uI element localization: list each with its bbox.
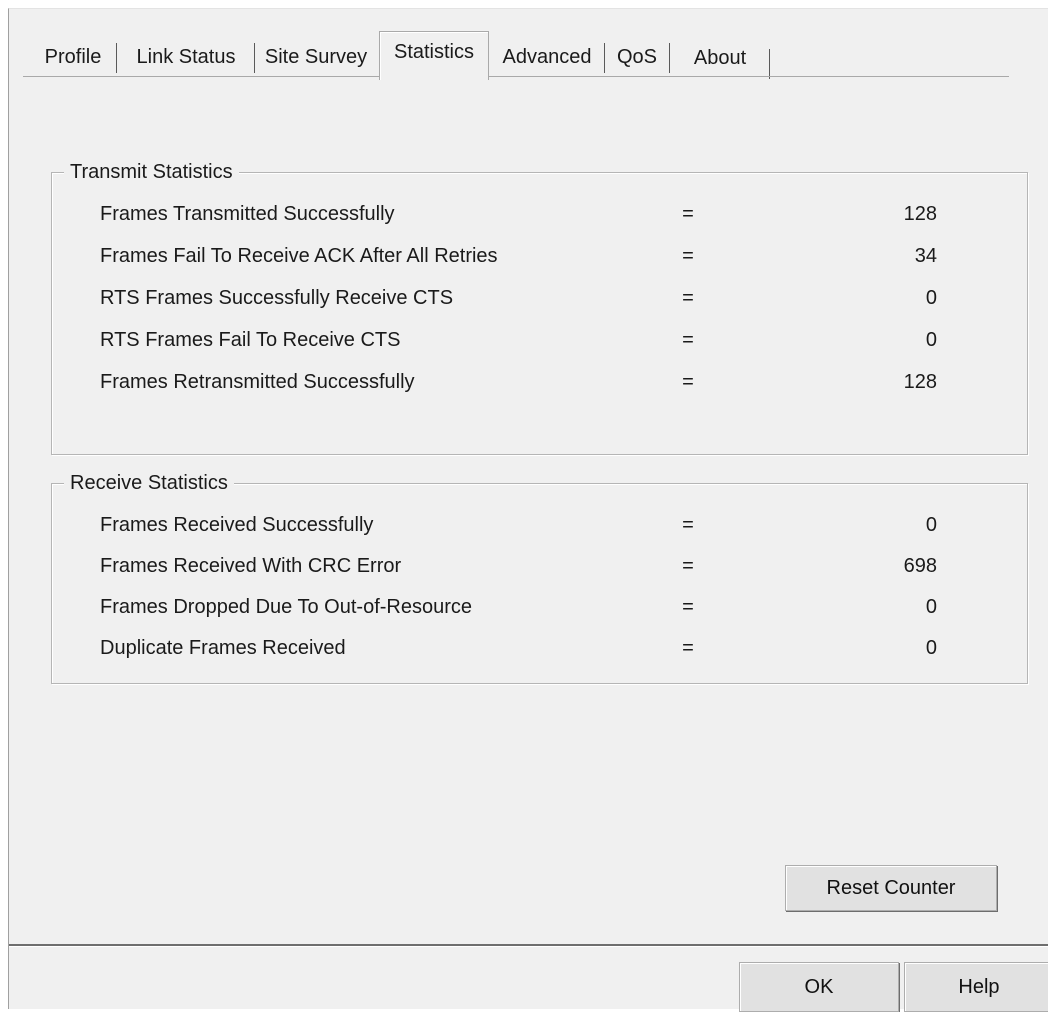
stat-row: Frames Fail To Receive ACK After All Ret… xyxy=(52,241,1027,271)
stat-label: Frames Received With CRC Error xyxy=(100,555,402,577)
tab-label: Statistics xyxy=(393,41,475,63)
equals-sign: = xyxy=(682,596,694,618)
stat-label: Duplicate Frames Received xyxy=(100,637,346,659)
tab-statistics[interactable]: Statistics xyxy=(379,31,489,80)
stat-value: 0 xyxy=(925,287,937,309)
stat-label: Frames Dropped Due To Out-of-Resource xyxy=(100,596,473,618)
tab-profile[interactable]: Profile xyxy=(29,37,117,77)
equals-sign: = xyxy=(682,637,694,659)
stat-label: Frames Fail To Receive ACK After All Ret… xyxy=(100,245,498,267)
stat-label: Frames Transmitted Successfully xyxy=(100,203,395,225)
stat-row: Frames Dropped Due To Out-of-Resource = … xyxy=(52,592,1027,622)
stat-label: Frames Retransmitted Successfully xyxy=(100,371,415,393)
tab-label: About xyxy=(693,47,747,69)
equals-sign: = xyxy=(682,245,694,267)
tab-label: Advanced xyxy=(502,46,592,68)
stat-row: Frames Received Successfully = 0 xyxy=(52,510,1027,540)
group-title: Receive Statistics xyxy=(64,470,234,496)
stat-value: 128 xyxy=(903,203,937,225)
stat-label: RTS Frames Fail To Receive CTS xyxy=(100,329,401,351)
stat-row: Duplicate Frames Received = 0 xyxy=(52,633,1027,663)
transmit-statistics-group: Transmit Statistics Frames Transmitted S… xyxy=(51,159,1028,455)
reset-counter-button[interactable]: Reset Counter xyxy=(785,865,997,911)
stat-row: RTS Frames Fail To Receive CTS = 0 xyxy=(52,325,1027,355)
stat-value: 0 xyxy=(925,329,937,351)
tab-label: Link Status xyxy=(136,46,236,68)
stat-label: RTS Frames Successfully Receive CTS xyxy=(100,287,454,309)
equals-sign: = xyxy=(682,203,694,225)
equals-sign: = xyxy=(682,555,694,577)
ok-button[interactable]: OK xyxy=(739,962,899,1012)
stat-row: Frames Transmitted Successfully = 128 xyxy=(52,199,1027,229)
receive-statistics-group: Receive Statistics Frames Received Succe… xyxy=(51,470,1028,684)
tab-qos[interactable]: QoS xyxy=(605,37,669,77)
tab-label: Site Survey xyxy=(264,46,368,68)
tab-label: QoS xyxy=(616,46,658,68)
stat-row: Frames Retransmitted Successfully = 128 xyxy=(52,367,1027,397)
equals-sign: = xyxy=(682,514,694,536)
stat-row: Frames Received With CRC Error = 698 xyxy=(52,551,1027,581)
stat-value: 34 xyxy=(914,245,937,267)
group-title: Transmit Statistics xyxy=(64,159,239,185)
equals-sign: = xyxy=(682,287,694,309)
stat-value: 0 xyxy=(925,596,937,618)
equals-sign: = xyxy=(682,329,694,351)
stat-value: 128 xyxy=(903,371,937,393)
stat-row: RTS Frames Successfully Receive CTS = 0 xyxy=(52,283,1027,313)
stat-value: 698 xyxy=(903,555,937,577)
stat-value: 0 xyxy=(925,637,937,659)
equals-sign: = xyxy=(682,371,694,393)
tab-divider xyxy=(23,76,1009,77)
tab-label: Profile xyxy=(44,46,102,68)
stat-label: Frames Received Successfully xyxy=(100,514,374,536)
tab-advanced[interactable]: Advanced xyxy=(489,37,605,77)
stat-value: 0 xyxy=(925,514,937,536)
tab-site-survey[interactable]: Site Survey xyxy=(255,37,377,77)
tab-link-status[interactable]: Link Status xyxy=(117,37,255,77)
tab-about[interactable]: About xyxy=(669,43,770,79)
dialog-window: Profile Link Status Site Survey Statisti… xyxy=(8,8,1048,1012)
footer-divider-highlight xyxy=(9,946,1048,947)
help-button[interactable]: Help xyxy=(904,962,1048,1012)
